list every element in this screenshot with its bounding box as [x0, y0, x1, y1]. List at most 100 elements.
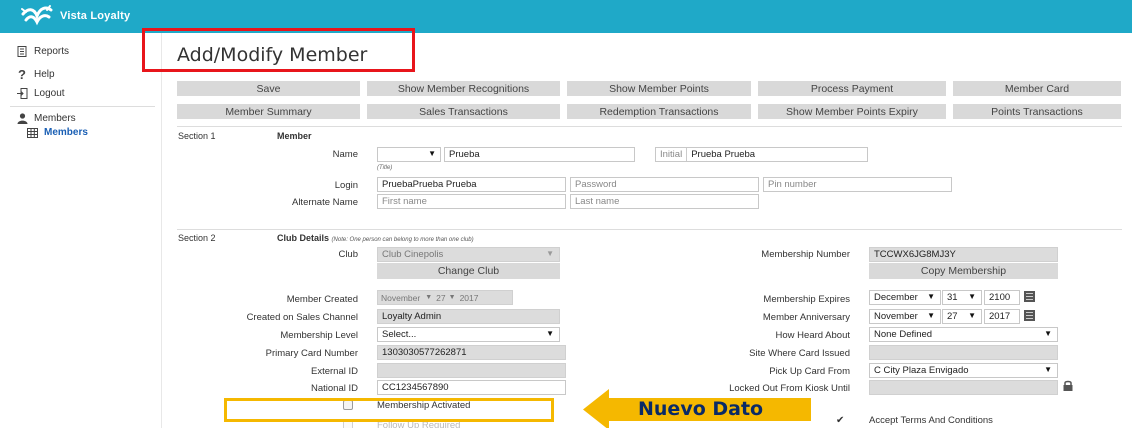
sidebar-divider [10, 106, 155, 107]
member-summary-button[interactable]: Member Summary [177, 104, 360, 119]
how-heard-select[interactable]: None Defined ▼ [869, 327, 1058, 342]
login-input[interactable]: PruebaPrueba Prueba [377, 177, 566, 192]
lock-icon[interactable] [1062, 380, 1074, 391]
chevron-down-icon: ▼ [1044, 329, 1052, 338]
chevron-down-icon: ▼ [927, 292, 935, 301]
expires-month-select[interactable]: December ▼ [869, 290, 941, 305]
alternate-name-label: Alternate Name [291, 197, 358, 208]
highlight-box-title [142, 28, 415, 72]
section-divider [177, 126, 1122, 127]
club-details-title: Club Details [277, 233, 330, 243]
alternate-last-name-input[interactable]: Last name [570, 194, 759, 209]
brand-logo[interactable]: Vista Loyalty [20, 4, 130, 28]
sales-transactions-button[interactable]: Sales Transactions [367, 104, 560, 119]
password-input[interactable]: Password [570, 177, 759, 192]
sidebar-subitem-members[interactable]: Members [26, 127, 88, 138]
membership-expires-label: Membership Expires [763, 294, 850, 305]
sidebar-item-label: Help [34, 69, 55, 80]
points-transactions-button[interactable]: Points Transactions [953, 104, 1121, 119]
club-select[interactable]: Club Cinepolis ▼ [377, 247, 560, 262]
name-label: Name [332, 149, 358, 160]
chevron-down-icon: ▼ [968, 311, 976, 320]
anniversary-year-input[interactable]: 2017 [984, 309, 1020, 324]
created-year: 2017 [459, 292, 479, 303]
anniversary-day-select[interactable]: 27 ▼ [942, 309, 982, 324]
anniversary-month-select[interactable]: November ▼ [869, 309, 941, 324]
expires-day: 31 [947, 292, 958, 303]
annotation-text: Nuevo Dato [638, 398, 764, 420]
expires-year-input[interactable]: 2100 [984, 290, 1020, 305]
sidebar-item-help[interactable]: ? Help [16, 67, 55, 82]
change-club-button[interactable]: Change Club [377, 263, 560, 279]
how-heard-label: How Heard About [775, 330, 850, 341]
section-1-label: Section 1 [178, 131, 216, 141]
membership-level-value: Select... [382, 329, 417, 340]
login-label: Login [334, 180, 358, 191]
pin-number-input[interactable]: Pin number [763, 177, 952, 192]
member-card-button[interactable]: Member Card [953, 81, 1121, 96]
expires-day-select[interactable]: 31 ▼ [942, 290, 982, 305]
created-channel-field: Loyalty Admin [377, 309, 560, 324]
highlight-box-new-field [224, 398, 554, 422]
user-icon [16, 113, 28, 124]
table-icon [26, 127, 38, 138]
how-heard-value: None Defined [874, 329, 933, 340]
anniversary-month: November [874, 311, 918, 322]
chevron-down-icon: ▼ [428, 149, 436, 158]
chevron-down-icon: ▼ [448, 294, 456, 301]
membership-number-field: TCCWX6JG8MJ3Y [869, 247, 1058, 262]
calendar-icon[interactable] [1024, 310, 1035, 321]
save-button[interactable]: Save [177, 81, 360, 96]
show-member-recognitions-button[interactable]: Show Member Recognitions [367, 81, 560, 96]
sidebar-item-label: Members [34, 113, 76, 124]
accept-terms-label: Accept Terms And Conditions [869, 415, 993, 426]
created-day: 27 [436, 292, 446, 303]
section-1-title: Member [277, 131, 312, 141]
show-member-points-expiry-button[interactable]: Show Member Points Expiry [758, 104, 946, 119]
redemption-transactions-button[interactable]: Redemption Transactions [567, 104, 751, 119]
club-details-note: (Note: One person can belong to more tha… [331, 237, 474, 243]
sidebar: Reports ? Help Logout Members Members [0, 33, 162, 428]
membership-level-select[interactable]: Select... ▼ [377, 327, 560, 342]
pickup-card-select[interactable]: C City Plaza Envigado ▼ [869, 363, 1058, 378]
show-member-points-button[interactable]: Show Member Points [567, 81, 751, 96]
external-id-label: External ID [311, 366, 358, 377]
sidebar-item-logout[interactable]: Logout [16, 88, 65, 99]
member-created-date: November ▼ 27 ▼ 2017 [377, 290, 513, 305]
member-created-label: Member Created [286, 294, 358, 305]
calendar-icon[interactable] [1024, 291, 1035, 302]
section-divider [177, 229, 1122, 230]
initial-label: Initial [656, 148, 688, 161]
alternate-first-name-input[interactable]: First name [377, 194, 566, 209]
pickup-card-value: C City Plaza Envigado [874, 365, 969, 376]
sidebar-item-label: Reports [34, 46, 70, 57]
membership-number-label: Membership Number [761, 249, 850, 260]
document-icon [16, 46, 28, 57]
section-2-title: Club Details (Note: One person can belon… [277, 233, 474, 243]
sidebar-subitem-label: Members [44, 127, 88, 138]
primary-card-field: 1303030577262871 [377, 345, 566, 360]
created-month: November [381, 292, 421, 303]
chevron-down-icon: ▼ [546, 329, 554, 338]
club-select-value: Club Cinepolis [382, 249, 444, 260]
expires-month: December [874, 292, 918, 303]
sidebar-item-members[interactable]: Members [16, 113, 76, 124]
initial-value: Prueba Prueba [691, 149, 756, 160]
primary-card-label: Primary Card Number [265, 348, 358, 359]
sidebar-item-reports[interactable]: Reports [16, 46, 69, 57]
chevron-down-icon: ▼ [968, 292, 976, 301]
process-payment-button[interactable]: Process Payment [758, 81, 946, 96]
locked-out-field [869, 380, 1058, 395]
accept-terms-checkbox[interactable]: ✔ [836, 415, 844, 426]
title-select[interactable]: ▼ [377, 147, 441, 162]
logout-icon [16, 88, 28, 99]
chevron-down-icon: ▼ [927, 311, 935, 320]
club-label: Club [338, 249, 358, 260]
national-id-input[interactable]: CC1234567890 [377, 380, 566, 395]
brand-name: Vista Loyalty [60, 10, 131, 22]
first-name-input[interactable]: Prueba [444, 147, 635, 162]
membership-level-label: Membership Level [280, 330, 358, 341]
initial-field[interactable]: Initial Prueba Prueba [655, 147, 868, 162]
copy-membership-button[interactable]: Copy Membership [869, 263, 1058, 279]
chevron-down-icon: ▼ [425, 294, 433, 301]
